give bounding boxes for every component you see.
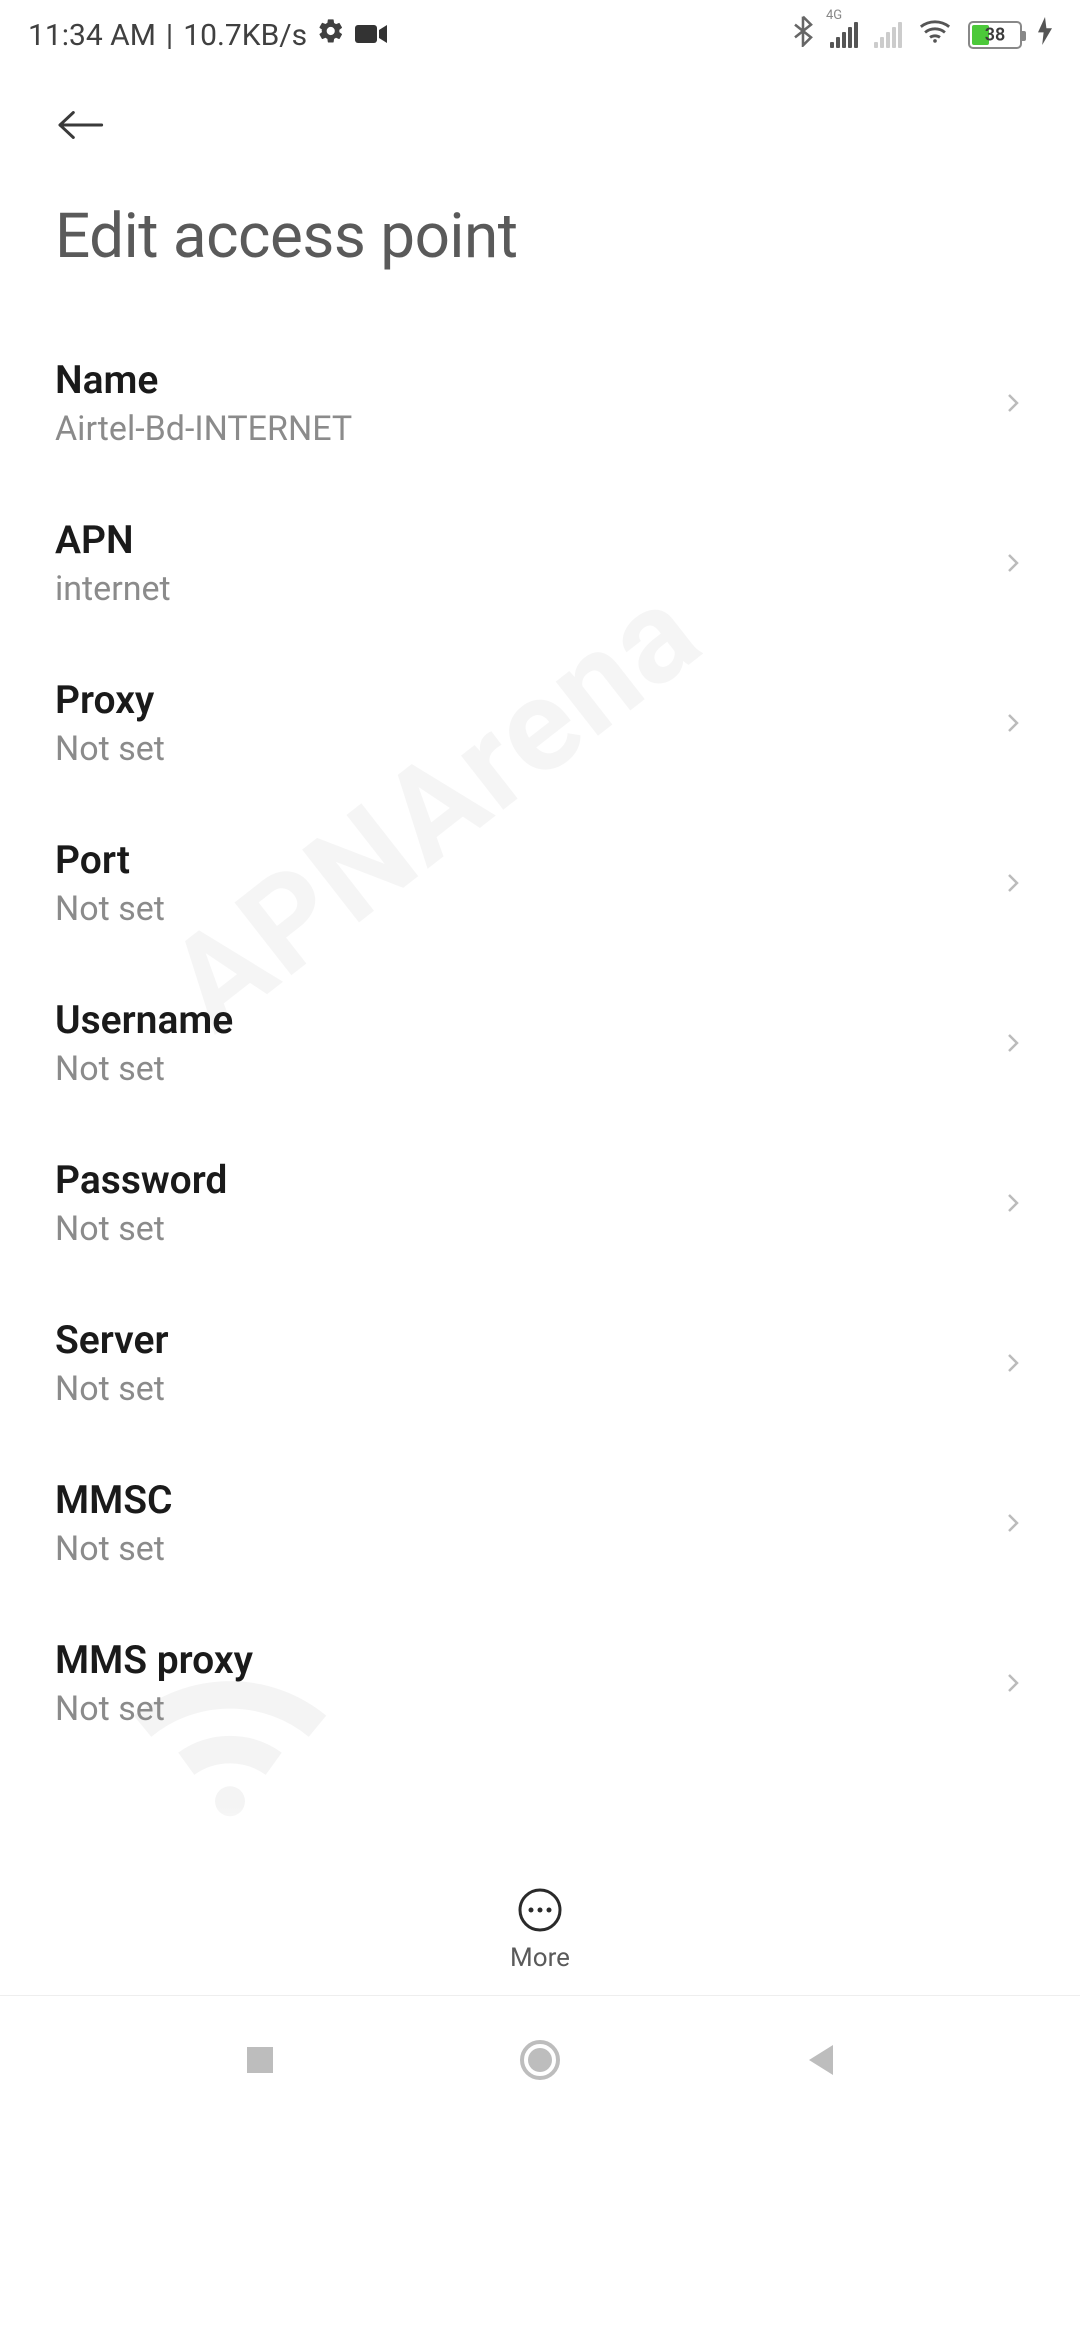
chevron-right-icon (1001, 1671, 1025, 1695)
battery-icon: 38 (968, 21, 1022, 49)
field-label: Password (55, 1157, 227, 1203)
field-mmsc[interactable]: MMSC Not set (0, 1443, 1080, 1603)
chevron-right-icon (1001, 871, 1025, 895)
field-value: Not set (55, 729, 165, 769)
chevron-right-icon (1001, 1191, 1025, 1215)
chevron-right-icon (1001, 711, 1025, 735)
chevron-right-icon (1001, 1031, 1025, 1055)
field-label: Username (55, 997, 233, 1043)
field-value: Not set (55, 1529, 173, 1569)
status-time: 11:34 AM (28, 18, 156, 53)
field-password[interactable]: Password Not set (0, 1123, 1080, 1283)
status-speed: 10.7KB/s (183, 18, 307, 53)
field-label: MMSC (55, 1477, 173, 1523)
nav-recents-button[interactable] (235, 2035, 285, 2085)
status-bar: 11:34 AM | 10.7KB/s 4G 3 (0, 0, 1080, 70)
field-value: Not set (55, 1689, 253, 1729)
network-type-label: 4G (826, 8, 842, 23)
field-name[interactable]: Name Airtel-Bd-INTERNET (0, 323, 1080, 483)
field-mms-proxy[interactable]: MMS proxy Not set (0, 1603, 1080, 1763)
more-button[interactable]: More (510, 1887, 570, 1973)
field-label: APN (55, 517, 171, 563)
bluetooth-icon (792, 15, 814, 55)
field-value: Not set (55, 1049, 233, 1089)
field-label: Port (55, 837, 165, 883)
field-apn[interactable]: APN internet (0, 483, 1080, 643)
battery-percent: 38 (985, 25, 1006, 46)
chevron-right-icon (1001, 1351, 1025, 1375)
chevron-right-icon (1001, 1511, 1025, 1535)
wifi-icon (918, 17, 952, 53)
field-value: Not set (55, 1209, 227, 1249)
field-port[interactable]: Port Not set (0, 803, 1080, 963)
settings-list: Name Airtel-Bd-INTERNET APN internet Pro… (0, 293, 1080, 1763)
nav-back-button[interactable] (795, 2035, 845, 2085)
more-icon (517, 1887, 563, 1933)
field-label: Server (55, 1317, 168, 1363)
chevron-right-icon (1001, 391, 1025, 415)
charging-icon (1038, 17, 1052, 53)
field-value: Airtel-Bd-INTERNET (55, 409, 352, 449)
gear-icon (317, 17, 345, 53)
field-label: MMS proxy (55, 1637, 253, 1683)
field-proxy[interactable]: Proxy Not set (0, 643, 1080, 803)
nav-home-button[interactable] (515, 2035, 565, 2085)
field-value: internet (55, 569, 171, 609)
more-label: More (510, 1943, 570, 1973)
camera-icon (355, 18, 387, 53)
back-button[interactable] (55, 100, 105, 150)
field-label: Name (55, 357, 352, 403)
navigation-bar (0, 1995, 1080, 2123)
bottom-action-bar: More (0, 1865, 1080, 1995)
page-title: Edit access point (0, 150, 1080, 293)
field-value: Not set (55, 889, 165, 929)
signal-sim1-icon (830, 22, 858, 48)
field-value: Not set (55, 1369, 168, 1409)
field-server[interactable]: Server Not set (0, 1283, 1080, 1443)
signal-sim2-icon (874, 22, 902, 48)
status-separator: | (166, 18, 173, 53)
field-username[interactable]: Username Not set (0, 963, 1080, 1123)
field-label: Proxy (55, 677, 165, 723)
chevron-right-icon (1001, 551, 1025, 575)
